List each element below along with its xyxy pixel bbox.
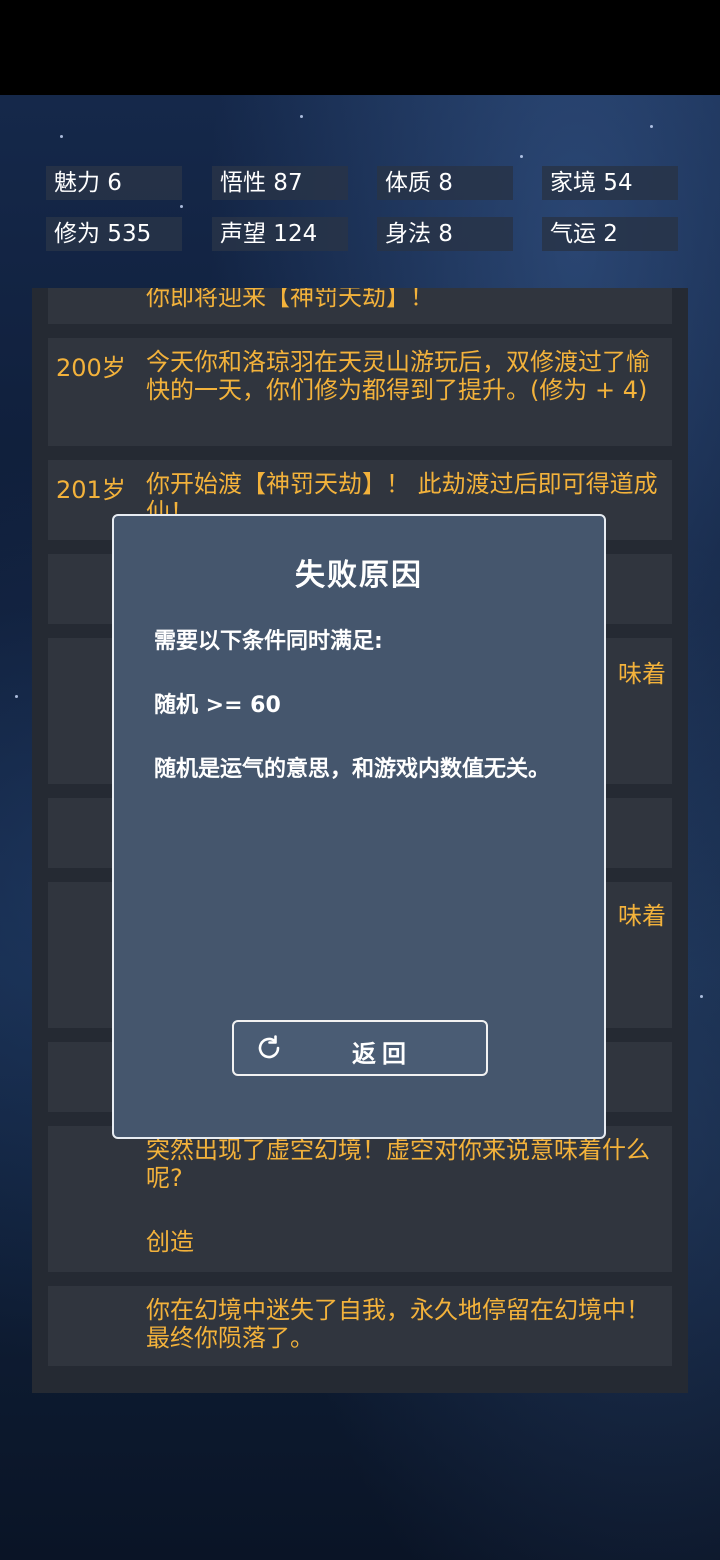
return-button-label: 返回 [352, 1040, 412, 1068]
dialog-condition: 随机 >= 60 [154, 693, 281, 718]
log-text: 你在幻境中迷失了自我，永久地停留在幻境中！最终你陨落了。 [146, 1296, 650, 1352]
stat-reputation: 声望 124 [212, 217, 348, 251]
failure-reason-dialog: 失败原因 需要以下条件同时满足: 随机 >= 60 随机是运气的意思，和游戏内数… [112, 514, 606, 1139]
stat-charm: 魅力 6 [46, 166, 182, 200]
log-text: 突然出现了虚空幻境！虚空对你来说意味着什么呢? [146, 1136, 650, 1192]
log-text: 你即将迎来【神罚天劫】！ [146, 288, 434, 311]
log-text-fragment: 味着 [618, 902, 666, 930]
stat-constitution: 体质 8 [377, 166, 513, 200]
log-age: 201岁 [56, 476, 126, 504]
log-entry: 200岁 今天你和洛琼羽在天灵山游玩后，双修渡过了愉快的一天，你们修为都得到了提… [48, 338, 672, 446]
log-entry: 突然出现了虚空幻境！虚空对你来说意味着什么呢? 创造 [48, 1126, 672, 1272]
dialog-note: 随机是运气的意思，和游戏内数值无关。 [154, 757, 551, 782]
log-choice: 创造 [146, 1228, 194, 1256]
stat-cultivation: 修为 535 [46, 217, 182, 251]
dialog-condition-heading: 需要以下条件同时满足: [154, 629, 383, 654]
log-entry: 你在幻境中迷失了自我，永久地停留在幻境中！最终你陨落了。 [48, 1286, 672, 1366]
return-button[interactable]: 返回 [232, 1020, 488, 1076]
stat-agility: 身法 8 [377, 217, 513, 251]
log-age: 200岁 [56, 354, 126, 382]
stat-luck: 气运 2 [542, 217, 678, 251]
status-bar [0, 0, 720, 95]
stat-family: 家境 54 [542, 166, 678, 200]
log-text: 今天你和洛琼羽在天灵山游玩后，双修渡过了愉快的一天，你们修为都得到了提升。(修为… [146, 348, 650, 404]
dialog-title: 失败原因 [295, 558, 423, 593]
stat-comprehension: 悟性 87 [212, 166, 348, 200]
log-entry: 你即将迎来【神罚天劫】！ [48, 288, 672, 324]
log-text-fragment: 味着 [618, 660, 666, 688]
